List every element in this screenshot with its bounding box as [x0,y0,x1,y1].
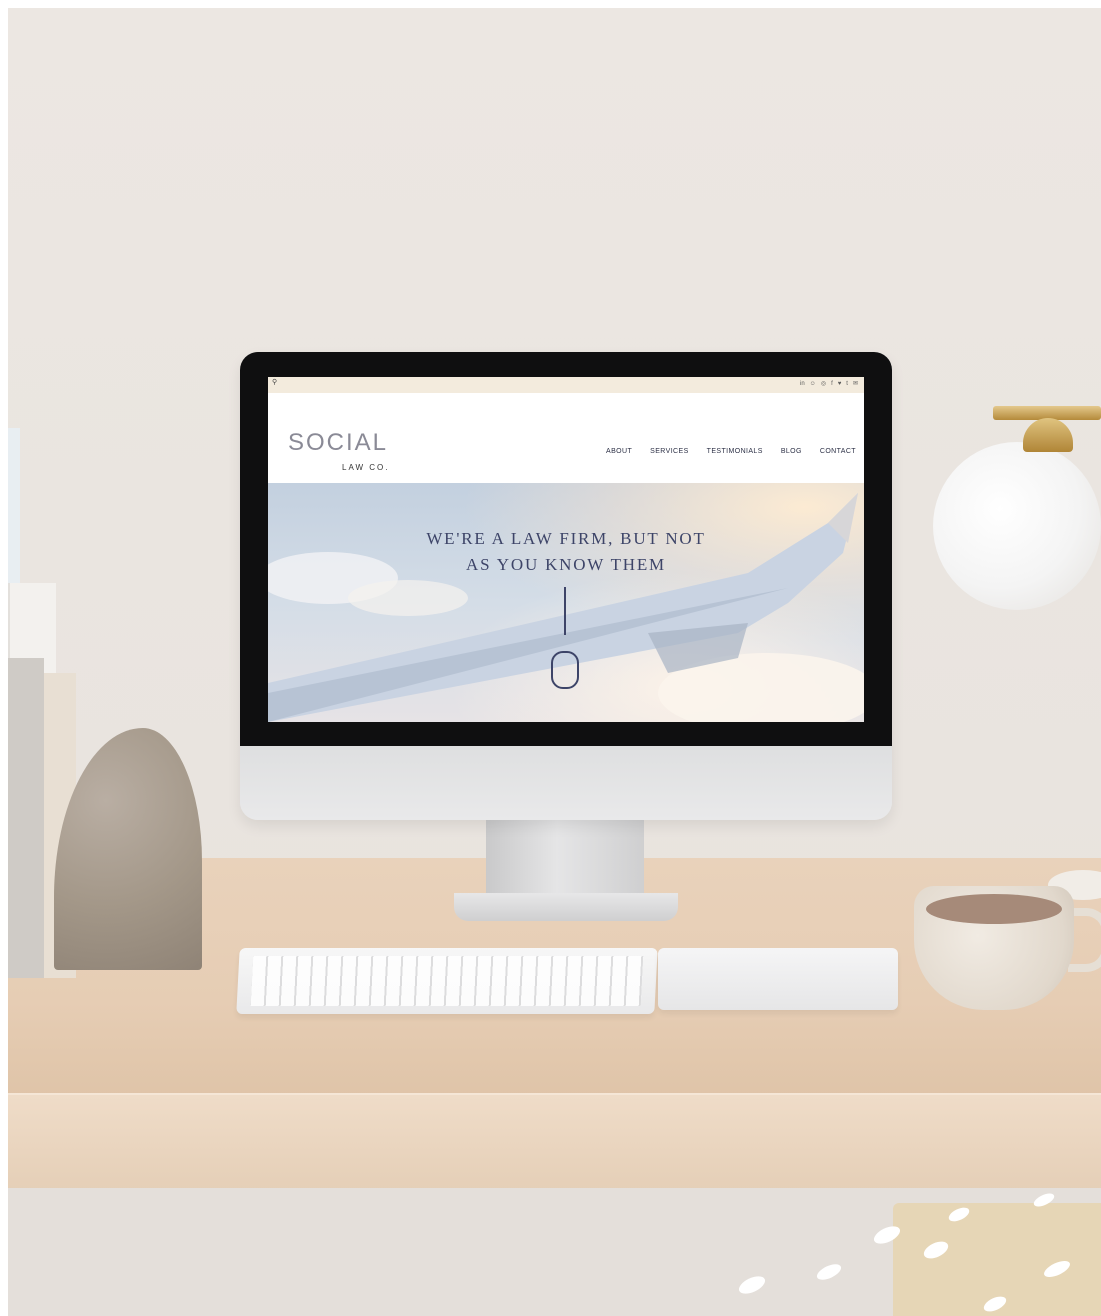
desk-photo: ⚲ in ☺ ◎ f ♥ t ✉ SOCIAL LAW CO. ABOUT SE… [8,8,1101,1316]
keyboard-keys [250,956,644,1006]
twitter-icon[interactable]: t [846,380,848,388]
logo-subtext: LAW CO. [342,463,390,472]
keyboard [236,948,658,1014]
social-icons: in ☺ ◎ f ♥ t ✉ [800,380,858,388]
search-icon[interactable]: ⚲ [272,379,280,387]
trackpad [658,948,898,1010]
instagram-icon[interactable]: ◎ [821,380,826,388]
linkedin-icon[interactable]: in [800,380,805,388]
nav-testimonials[interactable]: TESTIMONIALS [707,448,763,455]
hero-headline-line2: AS YOU KNOW THEM [466,555,666,574]
user-icon[interactable]: ☺ [810,380,816,388]
facebook-icon[interactable]: f [831,380,833,388]
stone-bookend [54,728,202,970]
nav-services[interactable]: SERVICES [650,448,688,455]
mail-icon[interactable]: ✉ [853,380,858,388]
hero-divider [564,587,566,635]
hero-banner: WE'RE A LAW FIRM, BUT NOT AS YOU KNOW TH… [268,483,864,722]
monitor-stand [486,820,644,900]
main-nav: ABOUT SERVICES TESTIMONIALS BLOG CONTACT [606,448,856,455]
nav-contact[interactable]: CONTACT [820,448,856,455]
website-screen: ⚲ in ☺ ◎ f ♥ t ✉ SOCIAL LAW CO. ABOUT SE… [268,377,864,722]
nav-about[interactable]: ABOUT [606,448,632,455]
lamp-globe [933,442,1101,610]
book [8,658,44,978]
website-header: SOCIAL LAW CO. ABOUT SERVICES TESTIMONIA… [268,393,864,483]
logo-text[interactable]: SOCIAL [288,429,388,457]
hero-headline-line1: WE'RE A LAW FIRM, BUT NOT [426,529,706,548]
emblem-icon [551,651,579,689]
website-topbar: ⚲ in ☺ ◎ f ♥ t ✉ [268,377,864,393]
monitor-chin [240,746,892,820]
desk-edge [8,1093,1101,1190]
nav-blog[interactable]: BLOG [781,448,802,455]
coffee [926,894,1062,924]
heart-icon[interactable]: ♥ [838,380,842,388]
confetti-decoration [871,1190,1101,1316]
monitor-stand-foot [454,893,678,921]
lamp-cap [1023,418,1073,452]
